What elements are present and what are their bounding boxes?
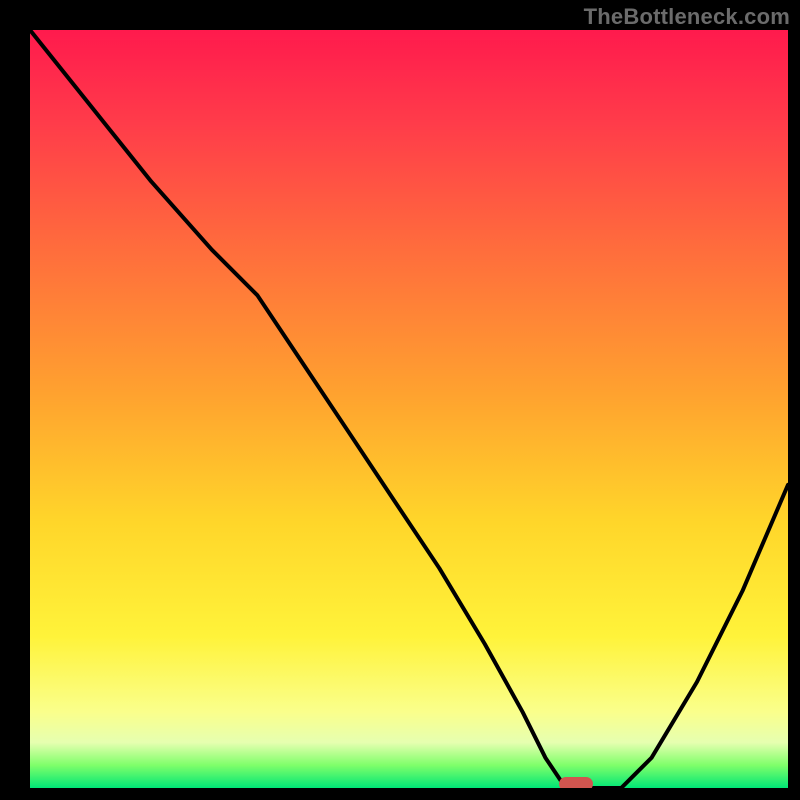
plot-area <box>30 30 788 788</box>
chart-frame: TheBottleneck.com <box>0 0 800 800</box>
optimal-point-marker <box>559 777 593 788</box>
watermark-text: TheBottleneck.com <box>584 4 790 30</box>
bottleneck-curve <box>30 30 788 788</box>
